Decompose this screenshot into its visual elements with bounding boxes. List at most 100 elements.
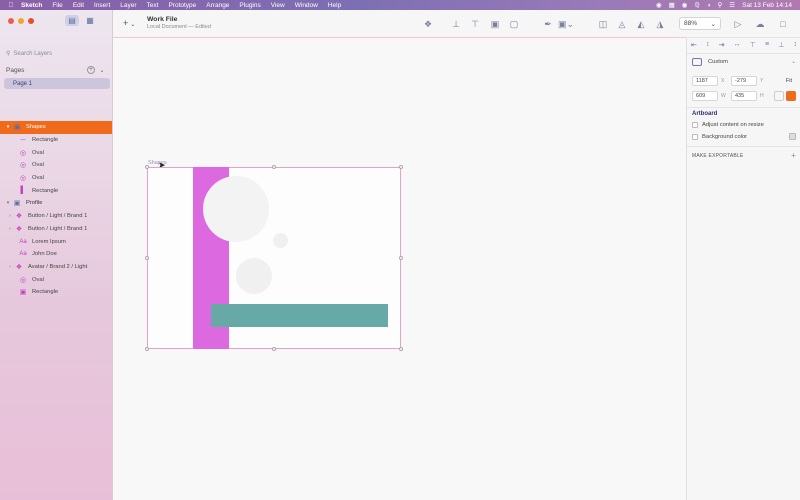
- menu-layer[interactable]: Layer: [115, 2, 141, 9]
- disclosure-icon[interactable]: ▾: [4, 124, 12, 130]
- layer-item[interactable]: Aa Lorem Ipsum: [0, 235, 112, 248]
- insert-button[interactable]: + ⌄: [123, 18, 135, 28]
- resize-handle[interactable]: [272, 165, 276, 169]
- portrait-icon[interactable]: [774, 91, 784, 101]
- layer-item[interactable]: › ❖ Avatar / Brand 2 / Light: [0, 261, 112, 274]
- search-input[interactable]: Search Layers: [13, 51, 52, 57]
- make-exportable-row[interactable]: MAKE EXPORTABLE +: [692, 151, 796, 160]
- resize-handle[interactable]: [272, 347, 276, 351]
- layer-item[interactable]: ─ Rectangle: [0, 134, 112, 147]
- menu-plugins[interactable]: Plugins: [234, 2, 265, 9]
- resize-handle[interactable]: [145, 256, 149, 260]
- fit-button[interactable]: Fit: [786, 78, 796, 84]
- layer-item[interactable]: ◎ Oval: [0, 146, 112, 159]
- height-field[interactable]: 435: [731, 91, 757, 101]
- layers-view-icon[interactable]: ▤: [65, 15, 79, 26]
- resize-handle[interactable]: [145, 347, 149, 351]
- disclosure-icon[interactable]: ▾: [4, 200, 12, 206]
- page-item-page-1[interactable]: Page 1: [4, 78, 110, 89]
- menu-prototype[interactable]: Prototype: [163, 2, 201, 9]
- adjust-content-checkbox[interactable]: [692, 122, 698, 128]
- layer-item[interactable]: Aa John Doe: [0, 248, 112, 261]
- search-layers[interactable]: ⚲ Search Layers: [6, 48, 106, 59]
- transform-icon[interactable]: ▣⌄: [558, 18, 574, 30]
- shape-rectangle-teal[interactable]: [211, 304, 388, 327]
- union-icon[interactable]: ◫: [597, 18, 609, 30]
- forward-icon[interactable]: ⊥: [450, 18, 462, 30]
- menu-help[interactable]: Help: [323, 2, 346, 9]
- resize-handle[interactable]: [145, 165, 149, 169]
- menu-text[interactable]: Text: [142, 2, 164, 9]
- add-export-icon[interactable]: +: [791, 151, 796, 160]
- clock[interactable]: Sat 13 Feb 14:14: [742, 2, 792, 9]
- align-center-icon[interactable]: ↕: [706, 41, 710, 49]
- apple-icon[interactable]: : [6, 2, 16, 9]
- menu-view[interactable]: View: [266, 2, 290, 9]
- components-view-icon[interactable]: ▦: [83, 15, 97, 26]
- layer-item[interactable]: › ❖ Button / Light / Brand 1: [0, 210, 112, 223]
- align-left-icon[interactable]: ⇤: [691, 41, 697, 49]
- layer-item[interactable]: ◎ Oval: [0, 273, 112, 286]
- zoom-window-icon[interactable]: [28, 18, 34, 24]
- shape-oval-small[interactable]: [273, 233, 288, 248]
- menu-window[interactable]: Window: [290, 2, 323, 9]
- lock-icon[interactable]: ◉: [682, 1, 688, 9]
- shape-oval-medium[interactable]: [236, 258, 272, 294]
- difference-icon[interactable]: ◮: [654, 18, 666, 30]
- group-icon[interactable]: ▣: [489, 18, 501, 30]
- intersect-icon[interactable]: ◭: [635, 18, 647, 30]
- cloud-icon[interactable]: ☁: [754, 18, 766, 30]
- control-center-icon[interactable]: ☰: [729, 1, 735, 9]
- layer-item[interactable]: › ❖ Button / Light / Brand 1: [0, 223, 112, 236]
- wifi-icon[interactable]: ◑: [707, 2, 711, 9]
- disclosure-icon[interactable]: ›: [6, 213, 14, 219]
- align-top-icon[interactable]: ⊤: [750, 41, 756, 49]
- align-middle-icon[interactable]: ≡: [765, 41, 769, 49]
- background-color-checkbox[interactable]: [692, 133, 698, 140]
- resize-handle[interactable]: [399, 347, 403, 351]
- bluetooth-icon[interactable]: ℚ: [694, 1, 699, 9]
- align-right-icon[interactable]: ⇥: [719, 41, 725, 49]
- subtract-icon[interactable]: ◬: [616, 18, 628, 30]
- background-color-option[interactable]: Background color: [692, 133, 796, 140]
- menu-insert[interactable]: Insert: [89, 2, 115, 9]
- preview-icon[interactable]: ▷: [732, 18, 744, 30]
- zoom-select[interactable]: 88% ⌄: [679, 17, 721, 30]
- add-page-icon[interactable]: +: [87, 66, 95, 74]
- layer-item[interactable]: ▌ Rectangle: [0, 184, 112, 197]
- distribute-h-icon[interactable]: ↔: [734, 41, 741, 49]
- layer-artboard-shapes[interactable]: ▾ ▣ Shapes: [0, 121, 112, 134]
- edit-icon[interactable]: ✒: [542, 18, 554, 30]
- artboard-preset-select[interactable]: Custom ⌄: [692, 58, 796, 66]
- menu-arrange[interactable]: Arrange: [201, 2, 234, 9]
- resize-handle[interactable]: [399, 165, 403, 169]
- resize-handle[interactable]: [399, 256, 403, 260]
- color-well[interactable]: [789, 133, 796, 140]
- layer-artboard-profile[interactable]: ▾ ▣ Profile: [0, 197, 112, 210]
- width-field[interactable]: 609: [692, 91, 718, 101]
- shape-oval-large[interactable]: [203, 176, 269, 242]
- layer-item[interactable]: ◎ Oval: [0, 159, 112, 172]
- record-icon[interactable]: ◉: [656, 1, 662, 9]
- y-field[interactable]: -279: [731, 76, 757, 86]
- distribute-v-icon[interactable]: ↕: [793, 41, 797, 49]
- minimize-window-icon[interactable]: [18, 18, 24, 24]
- landscape-icon[interactable]: [786, 91, 796, 101]
- menu-edit[interactable]: Edit: [68, 2, 89, 9]
- grid-icon[interactable]: ▦: [669, 1, 675, 9]
- layer-item[interactable]: ◎ Oval: [0, 172, 112, 185]
- disclosure-icon[interactable]: ›: [6, 226, 14, 232]
- menu-file[interactable]: File: [47, 2, 67, 9]
- align-bottom-icon[interactable]: ⊥: [778, 41, 784, 49]
- share-icon[interactable]: □: [777, 18, 789, 30]
- search-icon[interactable]: ⚲: [718, 1, 723, 9]
- create-symbol-icon[interactable]: ❖: [422, 18, 434, 30]
- chevron-down-icon[interactable]: ⌄: [98, 66, 106, 74]
- menu-app[interactable]: Sketch: [16, 2, 47, 9]
- ungroup-icon[interactable]: ▢: [508, 18, 520, 30]
- backward-icon[interactable]: ⊤: [469, 18, 481, 30]
- close-window-icon[interactable]: [8, 18, 14, 24]
- disclosure-icon[interactable]: ›: [6, 264, 14, 270]
- x-field[interactable]: 1187: [692, 76, 718, 86]
- layer-item[interactable]: ▣ Rectangle: [0, 286, 112, 299]
